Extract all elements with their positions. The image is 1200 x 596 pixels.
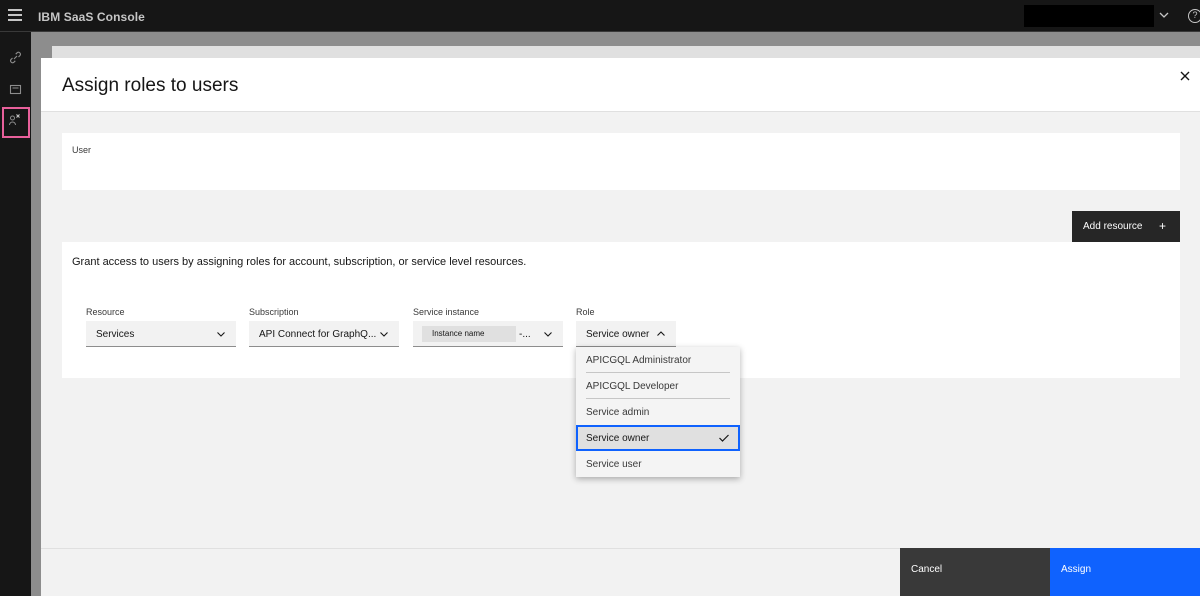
link-icon[interactable] (9, 51, 22, 64)
role-option-label: APICGQL Developer (586, 381, 679, 392)
user-label: User (72, 145, 92, 155)
service-instance-select[interactable]: Instance name -... (413, 321, 563, 347)
add-resource-button[interactable]: Add resource + (1072, 211, 1180, 242)
account-switcher[interactable] (1024, 5, 1154, 27)
app-name[interactable]: IBM SaaS Console (38, 10, 145, 24)
checkmark-icon (719, 434, 729, 442)
active-nav-highlight (2, 107, 30, 138)
footer-spacer (41, 549, 900, 596)
instance-name-tag: Instance name (422, 326, 516, 342)
top-header: IBM SaaS Console ? (0, 0, 1200, 32)
user-section: User (62, 133, 1180, 190)
role-option-label: APICGQL Administrator (586, 355, 692, 366)
instance-name: Instance name (432, 329, 485, 338)
role-option-selected[interactable]: Service owner (576, 425, 740, 451)
billing-icon[interactable] (9, 83, 22, 96)
cancel-button[interactable]: Cancel (900, 548, 1050, 596)
assign-button[interactable]: Assign (1050, 548, 1200, 596)
assign-label: Assign (1061, 564, 1092, 575)
grant-description: Grant access to users by assigning roles… (72, 256, 527, 268)
assign-roles-modal: Assign roles to users User Add resource … (41, 58, 1200, 596)
subscription-label: Subscription (249, 307, 299, 317)
role-option-label: Service user (586, 459, 642, 470)
resource-label: Resource (86, 307, 125, 317)
chevron-down-icon (544, 332, 552, 337)
role-option[interactable]: Service admin (576, 399, 740, 425)
role-option[interactable]: APICGQL Developer (576, 373, 740, 399)
role-dropdown-menu: APICGQL Administrator APICGQL Developer … (576, 347, 740, 477)
close-icon[interactable] (1177, 68, 1193, 84)
add-resource-label: Add resource (1083, 221, 1143, 232)
subscription-select[interactable]: API Connect for GraphQ... (249, 321, 399, 347)
subscription-value: API Connect for GraphQ... (259, 329, 377, 340)
role-option-label: Service owner (586, 433, 650, 444)
chevron-down-icon (217, 332, 225, 337)
role-option[interactable]: Service user (576, 451, 740, 477)
resource-select[interactable]: Services (86, 321, 236, 347)
help-icon[interactable]: ? (1188, 9, 1200, 23)
chevron-down-icon[interactable] (1158, 9, 1170, 21)
service-instance-label: Service instance (413, 307, 480, 317)
role-option[interactable]: APICGQL Administrator (576, 347, 740, 373)
chevron-up-icon (657, 331, 665, 336)
chevron-down-icon (380, 332, 388, 337)
role-value: Service owner (586, 329, 650, 340)
cancel-label: Cancel (911, 564, 943, 575)
modal-header: Assign roles to users (41, 58, 1200, 112)
modal-title: Assign roles to users (62, 75, 239, 96)
plus-icon: + (1159, 219, 1167, 233)
instance-suffix: -... (519, 329, 531, 340)
menu-icon[interactable] (8, 9, 22, 21)
role-label: Role (576, 307, 595, 317)
resource-value: Services (96, 329, 135, 340)
role-option-label: Service admin (586, 407, 650, 418)
role-select[interactable]: Service owner (576, 321, 676, 347)
